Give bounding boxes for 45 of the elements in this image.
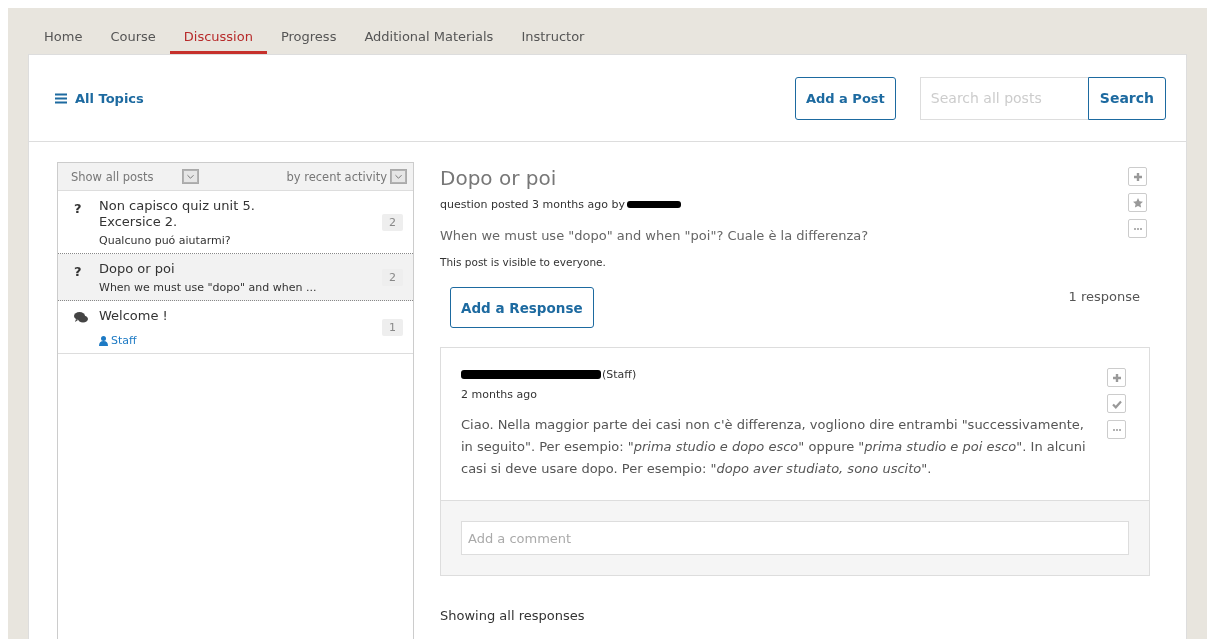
thread-title: Dopo or poi: [99, 261, 176, 277]
add-icon[interactable]: [1128, 167, 1147, 186]
thread-title: Welcome !: [99, 308, 169, 324]
dropdown-icon[interactable]: [181, 169, 199, 184]
response-count: 1 response: [1068, 289, 1140, 304]
sort-label: by recent activity: [286, 169, 387, 184]
post-title: Dopo or poi: [440, 166, 558, 190]
post-body: When we must use "dopo" and when "poi"? Cuale è la differenza?: [440, 228, 870, 243]
chat-bubbles-icon: [74, 312, 88, 323]
comment-count: 1: [382, 319, 403, 336]
question-icon: ?: [74, 261, 88, 294]
more-icon[interactable]: [1107, 420, 1126, 439]
author-role: (Staff): [602, 368, 637, 381]
thread-preview: Qualcuno puó aiutarmi?: [99, 234, 232, 247]
person-icon: [99, 335, 108, 346]
add-response-button[interactable]: Add a Response: [450, 287, 594, 328]
question-icon: ?: [74, 198, 88, 247]
nav-tab[interactable]: Course: [96, 8, 170, 54]
dropdown-icon[interactable]: [390, 169, 407, 184]
thread-preview: When we must use "dopo" and when ...: [99, 281, 318, 294]
post-meta: question posted 3 months ago by: [440, 198, 625, 211]
response-time: 2 months ago: [461, 388, 538, 401]
comment-count: 2: [382, 269, 403, 286]
nav-tab[interactable]: Progress: [266, 8, 351, 54]
thread-title: Non capisco quiz unit 5. Excersice 2.: [99, 198, 256, 230]
showing-responses-label: Showing all responses: [440, 608, 586, 623]
all-topics-button[interactable]: All Topics: [55, 90, 144, 106]
nav-tab[interactable]: Additional Materials: [350, 8, 508, 54]
comment-count: 2: [382, 214, 403, 231]
search-button[interactable]: Search: [1087, 76, 1166, 120]
menu-icon: [55, 92, 67, 104]
more-icon[interactable]: [1128, 219, 1147, 238]
thread-item[interactable]: ? Dopo or poi When we must use "dopo" and when ... 2: [58, 254, 413, 301]
visibility-note: This post is visible to everyone.: [440, 256, 607, 268]
nav-tab[interactable]: Instructor: [507, 8, 599, 54]
add-post-button[interactable]: Add a Post: [794, 76, 896, 120]
comment-field[interactable]: Add a comment: [461, 521, 1129, 555]
add-icon[interactable]: [1107, 368, 1126, 387]
response-body: Ciao. Nella maggior parte dei casi non c'è differenza, vogliono dire entrambi "successivamente, in seguito". Per esempio: "prima studio e dopo esco" oppure "prima studio e poi esco". In alcuni casi si deve usare dopo. Per esempio: "dopo aver studiato, sono uscito".: [461, 416, 1087, 478]
redaction-mark: [626, 201, 681, 208]
nav-tab[interactable]: Home: [30, 8, 97, 54]
check-icon[interactable]: [1107, 394, 1126, 413]
thread-item[interactable]: Welcome ! Staff 1: [58, 301, 413, 354]
author-label: Staff: [111, 334, 137, 347]
filter-label: Show all posts: [71, 169, 154, 184]
